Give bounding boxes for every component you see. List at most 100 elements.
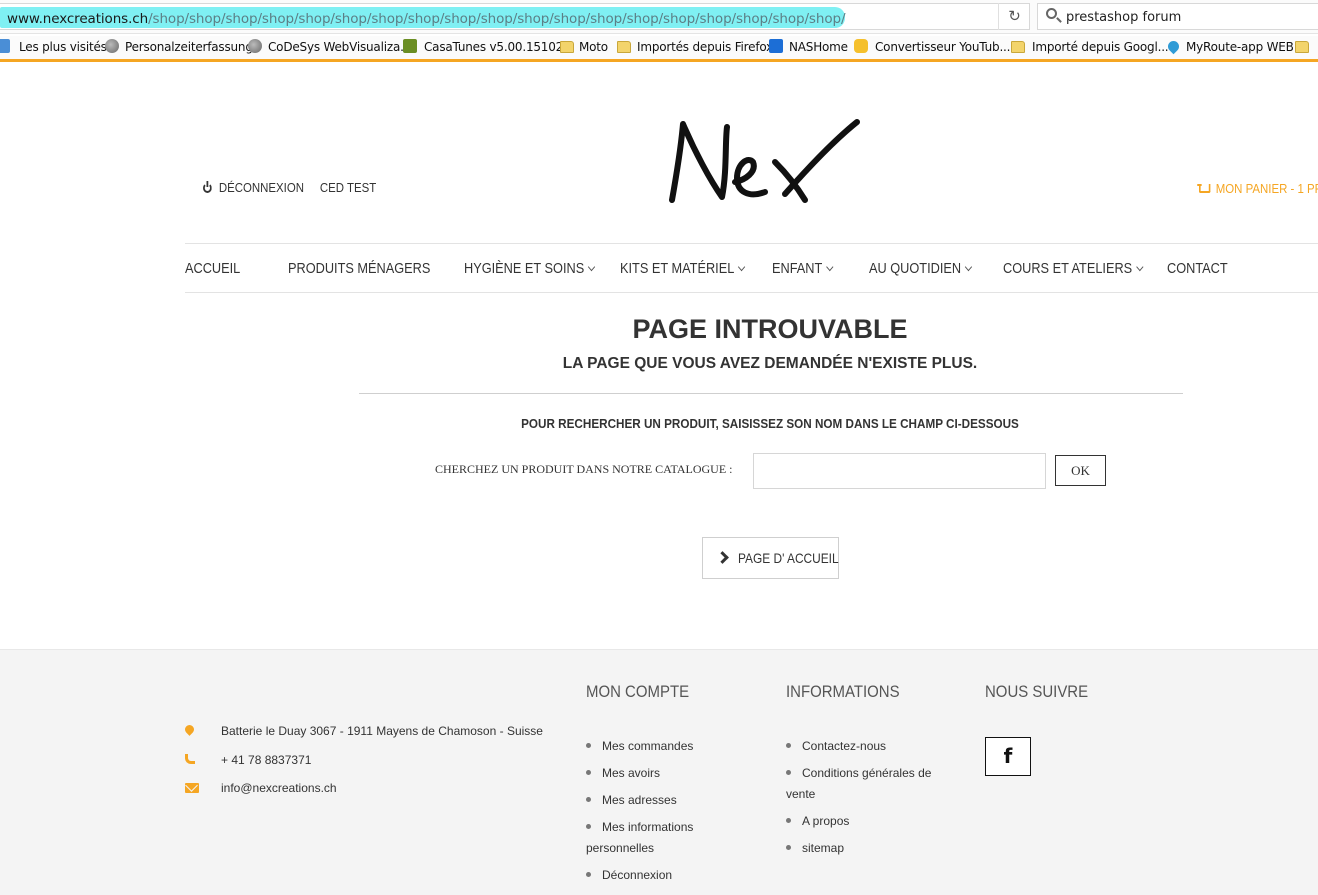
footer-link[interactable]: sitemap [786, 838, 946, 859]
nav-item-label: AU QUOTIDIEN [869, 260, 962, 277]
search-instructions: POUR RECHERCHER UN PRODUIT, SAISISSEZ SO… [521, 416, 1019, 431]
folder-icon [1295, 41, 1309, 53]
url-path: /shop/shop/shop/shop/shop/shop/shop/shop… [148, 11, 846, 27]
globe-icon [248, 39, 262, 53]
bookmark-item[interactable]: NASHome [789, 40, 848, 54]
folder-icon [617, 41, 631, 53]
cart-label: MON PANIER - 1 PRO [1215, 181, 1318, 196]
bookmark-item[interactable]: CasaTunes v5.00.151022 [424, 40, 571, 54]
chevron-down-icon [738, 262, 746, 272]
power-icon [203, 181, 212, 193]
footer-link-label: Mes adresses [602, 793, 677, 807]
footer-link[interactable]: Déconnexion [586, 865, 736, 886]
footer-link-label: Conditions générales de vente [786, 766, 932, 801]
home-page-button[interactable]: PAGE D' ACCUEIL [702, 537, 839, 579]
footer-link[interactable]: Conditions générales de vente [786, 763, 946, 805]
phone-text: + 41 78 8837371 [221, 753, 312, 767]
bullet-icon [786, 743, 791, 748]
catalog-search-label: CHERCHEZ UN PRODUIT DANS NOTRE CATALOGUE… [435, 462, 733, 476]
nav-item-cours-et-ateliers[interactable]: COURS ET ATELIERS [1003, 260, 1144, 277]
star-icon [0, 39, 10, 53]
nav-item-produits-menagers[interactable]: PRODUITS MÉNAGERS [288, 260, 430, 277]
nav-item-label: KITS ET MATÉRIEL [620, 260, 735, 277]
page-title: PAGE INTROUVABLE [632, 314, 908, 344]
footer-link[interactable]: Mes adresses [586, 790, 736, 811]
catalog-search-input[interactable] [753, 453, 1046, 489]
bullet-icon [586, 872, 591, 877]
facebook-icon[interactable]: f [985, 737, 1031, 776]
footer-link-label: A propos [802, 814, 850, 828]
chevron-down-icon [1136, 262, 1144, 272]
cart-icon [1197, 184, 1211, 193]
bookmark-item[interactable]: Personalzeiterfassung [125, 40, 253, 54]
nex-logo[interactable] [665, 112, 865, 207]
folder-icon [1011, 41, 1025, 53]
nav-item-hygiene-et-soins[interactable]: HYGIÈNE ET SOINS [464, 260, 596, 277]
footer-heading-account: MON COMPTE [586, 682, 690, 701]
footer-link-label: Déconnexion [602, 868, 673, 882]
bookmarks-bar: Les plus visités Personalzeiterfassung C… [0, 36, 1318, 59]
bullet-icon [586, 797, 591, 802]
nas-icon [769, 39, 783, 53]
divider [359, 393, 1183, 394]
bookmark-item[interactable]: Importé depuis Googl... [1032, 40, 1169, 54]
email-link[interactable]: info@nexcreations.ch [221, 781, 337, 795]
chevron-down-icon [826, 262, 834, 272]
nav-item-au-quotidien[interactable]: AU QUOTIDIEN [869, 260, 973, 277]
main-nav: ACCUEIL PRODUITS MÉNAGERS HYGIÈNE ET SOI… [185, 243, 1318, 293]
nav-item-label: CONTACT [1167, 260, 1228, 277]
footer-link[interactable]: Contactez-nous [786, 736, 946, 757]
home-page-label: PAGE D' ACCUEIL [738, 550, 839, 566]
bullet-icon [786, 770, 791, 775]
bookmark-item[interactable]: Les plus visités [19, 40, 107, 54]
nav-item-kits-et-materiel[interactable]: KITS ET MATÉRIEL [620, 260, 746, 277]
bullet-icon [786, 818, 791, 823]
converter-icon [854, 39, 868, 53]
bullet-icon [586, 770, 591, 775]
bookmark-item[interactable]: CoDeSys WebVisualiza... [268, 40, 411, 54]
envelope-icon [185, 783, 199, 793]
logout-link[interactable]: DÉCONNEXION [219, 180, 304, 195]
footer-heading-follow: NOUS SUIVRE [985, 682, 1089, 701]
page-accent-line [0, 59, 1318, 62]
footer-link[interactable]: Mes avoirs [586, 763, 736, 784]
reload-icon[interactable]: ↻ [998, 3, 1030, 30]
nav-item-enfant[interactable]: ENFANT [772, 260, 834, 277]
url-bar[interactable]: www.nexcreations.ch/shop/shop/shop/shop/… [0, 3, 1030, 30]
bookmark-item[interactable]: MyRoute-app WEB [1186, 40, 1294, 54]
page-subtitle: LA PAGE QUE VOUS AVEZ DEMANDÉE N'EXISTE … [562, 355, 978, 372]
nav-item-contact[interactable]: CONTACT [1167, 260, 1228, 277]
url-text[interactable]: www.nexcreations.ch/shop/shop/shop/shop/… [7, 11, 846, 27]
chevron-down-icon [588, 262, 596, 272]
nav-item-accueil[interactable]: ACCUEIL [185, 260, 240, 277]
address-text: Batterie le Duay 3067 - 1911 Mayens de C… [221, 724, 543, 738]
url-domain: www.nexcreations.ch [7, 11, 149, 27]
footer-link[interactable]: A propos [786, 811, 946, 832]
music-icon [403, 39, 417, 53]
user-links: DÉCONNEXION CED TEST [203, 180, 376, 195]
globe-icon [105, 39, 119, 53]
bullet-icon [586, 743, 591, 748]
chevron-right-icon [716, 551, 729, 564]
bookmark-item[interactable]: Convertisseur YouTub... [875, 40, 1010, 54]
user-name-link[interactable]: CED TEST [320, 180, 376, 195]
footer-heading-info: INFORMATIONS [786, 682, 900, 701]
footer-link-label: Mes informations personnelles [586, 820, 694, 855]
search-ok-button[interactable]: OK [1055, 455, 1106, 486]
bullet-icon [786, 845, 791, 850]
footer-info-list: Contactez-nous Conditions générales de v… [786, 736, 946, 865]
phone-icon [185, 754, 195, 764]
cart-link[interactable]: MON PANIER - 1 PRO [1197, 181, 1318, 196]
footer-link-label: Mes commandes [602, 739, 694, 753]
folder-icon [560, 41, 574, 53]
chevron-down-icon [965, 262, 973, 272]
bullet-icon [586, 824, 591, 829]
footer-link[interactable]: Mes commandes [586, 736, 736, 757]
search-icon [1046, 8, 1057, 19]
footer-link[interactable]: Mes informations personnelles [586, 817, 736, 859]
browser-search-input[interactable]: prestashop forum [1037, 3, 1318, 30]
bookmark-item[interactable]: Moto [579, 40, 608, 54]
footer-link-label: Mes avoirs [602, 766, 661, 780]
bookmark-item[interactable]: Importés depuis Firefox [637, 40, 773, 54]
browser-search-text: prestashop forum [1066, 10, 1182, 25]
